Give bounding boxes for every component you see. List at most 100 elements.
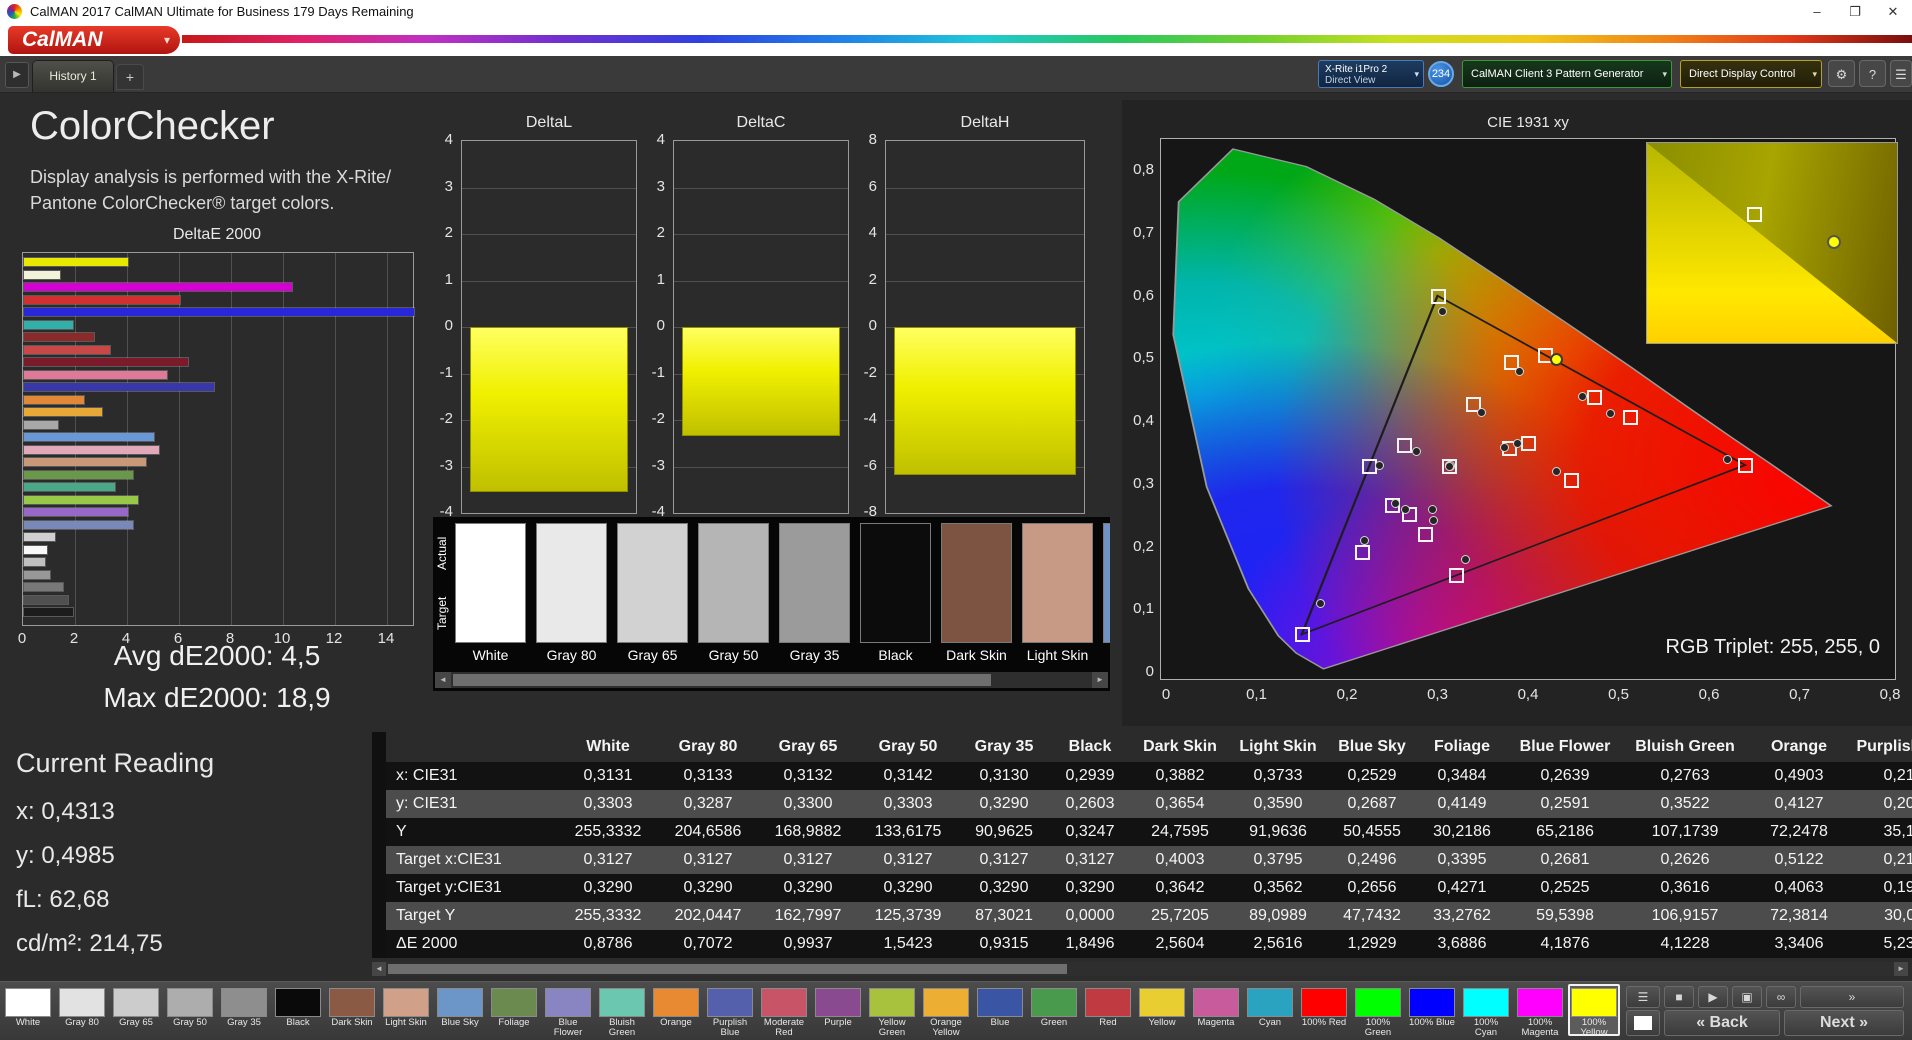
patch-label: Gray 35 [789,647,840,663]
display-control-selector[interactable]: Direct Display Control ▾ [1680,60,1822,88]
patch-swatch[interactable]: Gray 80 [536,523,607,669]
strip-scrollbar[interactable]: ◄ ► [435,672,1108,688]
table-row[interactable]: y: CIE31 0,3303 0,3287 0,3300 0,3303 0,3290 0,… [386,790,1912,818]
pattern-button[interactable]: White [2,984,54,1036]
pattern-button[interactable]: Dark Skin [326,984,378,1036]
pattern-window-button[interactable]: ▣ [1732,986,1762,1008]
axis-tick-label: 0,5 [1133,349,1154,367]
tab-history-1[interactable]: History 1 [32,60,114,92]
table-cell: 0,2591 [1540,795,1590,812]
expand-controls-button[interactable]: » [1800,986,1904,1008]
close-button[interactable]: ✕ [1874,0,1912,24]
table-cell: 0,2639 [1540,767,1590,784]
pattern-button[interactable]: Gray 50 [164,984,216,1036]
pattern-color [869,988,915,1017]
patch-swatch[interactable]: Gray 65 [617,523,688,669]
pattern-label: Moderate Red [763,1017,805,1038]
patch-swatch[interactable]: Gray 35 [779,523,850,669]
patch-label: Gray 50 [708,647,759,663]
table-row[interactable]: Target Y 255,3332 202,0447 162,7997 125,3739… [386,902,1912,930]
scroll-right-button[interactable]: ► [1092,672,1108,688]
loop-button[interactable]: ∞ [1766,986,1796,1008]
scrollbar-thumb[interactable] [388,964,1067,974]
pattern-button[interactable]: Gray 65 [110,984,162,1036]
scroll-left-button[interactable]: ◄ [372,962,386,976]
table-row[interactable]: Target y:CIE31 0,3290 0,3290 0,3290 0,3290 0,… [386,874,1912,902]
help-icon: ? [1868,67,1877,82]
table-row[interactable]: ΔE 2000 0,8786 0,7072 0,9937 1,5423 0,9315 1,8… [386,930,1912,958]
pattern-button[interactable]: Green [1028,984,1080,1036]
next-button[interactable]: Next » [1784,1010,1904,1036]
pattern-button[interactable]: 100% Cyan [1460,984,1512,1038]
pattern-button[interactable]: Gray 80 [56,984,108,1036]
play-button[interactable]: ▶ [1698,986,1728,1008]
patch-swatch[interactable]: White [455,523,526,669]
table-cell: 0,3395 [1437,851,1487,868]
pattern-button[interactable]: 100% Green [1352,984,1404,1038]
panel-expander-button[interactable]: ▶ [5,62,29,88]
pattern-rows-button[interactable]: ☰ [1626,986,1660,1008]
help-button[interactable]: ? [1859,60,1886,87]
pattern-button[interactable]: 100% Magenta [1514,984,1566,1038]
gridline [886,280,1084,282]
scrollbar-thumb[interactable] [453,674,992,686]
add-tab-button[interactable]: + [116,64,144,90]
pattern-button[interactable]: 100% Yellow [1568,984,1620,1038]
pattern-button[interactable]: Bluish Green [596,984,648,1038]
pattern-button[interactable]: Yellow [1136,984,1188,1036]
scrollbar-track[interactable] [386,962,1894,976]
deltae-chart-plot [22,252,414,626]
pattern-color [1031,988,1077,1017]
patch-swatch[interactable]: Black [860,523,931,669]
pattern-button[interactable]: Foliage [488,984,540,1036]
pattern-button[interactable]: Black [272,984,324,1036]
pattern-button[interactable]: Red [1082,984,1134,1036]
pattern-button[interactable]: Purplish Blue [704,984,756,1038]
meter-count-badge[interactable]: 234 [1428,61,1454,87]
pattern-color-preview-button[interactable] [1626,1010,1660,1036]
pattern-button[interactable]: Moderate Red [758,984,810,1038]
gridline [674,234,848,235]
pattern-button[interactable]: Yellow Green [866,984,918,1038]
pattern-button[interactable]: Blue Flower [542,984,594,1038]
notes-button[interactable]: ☰ [1890,60,1912,87]
pattern-button[interactable]: Blue [974,984,1026,1036]
axis-tick-label: 1 [444,270,453,288]
table-scrollbar[interactable]: ◄ ► [372,962,1908,976]
table-cell: 3,3406 [1774,935,1824,952]
calman-logo-menu[interactable]: CalMAN ▾ [8,26,180,54]
pattern-button[interactable]: Purple [812,984,864,1036]
minimize-button[interactable]: – [1798,0,1836,24]
back-button[interactable]: « Back [1664,1010,1780,1036]
pattern-button[interactable]: Light Skin [380,984,432,1036]
pattern-button[interactable]: Blue Sky [434,984,486,1036]
pattern-button[interactable]: Orange Yellow [920,984,972,1038]
pattern-color [707,988,753,1017]
patch-swatch[interactable]: Light Skin [1022,523,1093,669]
patch-comparison-strip: Actual Target White Gray 80 Gray 65 Gray 50… [433,517,1110,691]
table-row[interactable]: x: CIE31 0,3131 0,3133 0,3132 0,3142 0,3130 0,… [386,762,1912,790]
scroll-left-button[interactable]: ◄ [435,672,451,688]
pattern-button[interactable]: 100% Blue [1406,984,1458,1036]
pattern-source-selector[interactable]: CalMAN Client 3 Pattern Generator ▾ [1462,60,1672,88]
table-cell: 0,3131 [583,767,633,784]
meter-selector[interactable]: X-Rite i1Pro 2 Direct View ▾ [1318,60,1424,88]
axis-tick-label: -3 [439,456,453,474]
pattern-button[interactable]: Magenta [1190,984,1242,1036]
scroll-right-button[interactable]: ► [1894,962,1908,976]
measured-point [1315,598,1325,608]
table-row[interactable]: Y 255,3332 204,6586 168,9882 133,6175 90,9625… [386,818,1912,846]
pattern-button[interactable]: 100% Red [1298,984,1350,1036]
maximize-button[interactable]: ❐ [1836,0,1874,24]
table-row[interactable]: Target x:CIE31 0,3127 0,3127 0,3127 0,3127 0,… [386,846,1912,874]
table-cell: 1,5423 [883,935,933,952]
axis-tick-label: -6 [863,456,877,474]
pattern-button[interactable]: Orange [650,984,702,1036]
settings-button[interactable]: ⚙ [1828,60,1855,87]
pattern-button[interactable]: Cyan [1244,984,1296,1036]
patch-swatch[interactable]: Dark Skin [941,523,1012,669]
stop-button[interactable]: ■ [1664,986,1694,1008]
pattern-button[interactable]: Gray 35 [218,984,270,1036]
patch-swatch[interactable]: Gray 50 [698,523,769,669]
scrollbar-track[interactable] [451,672,1092,688]
